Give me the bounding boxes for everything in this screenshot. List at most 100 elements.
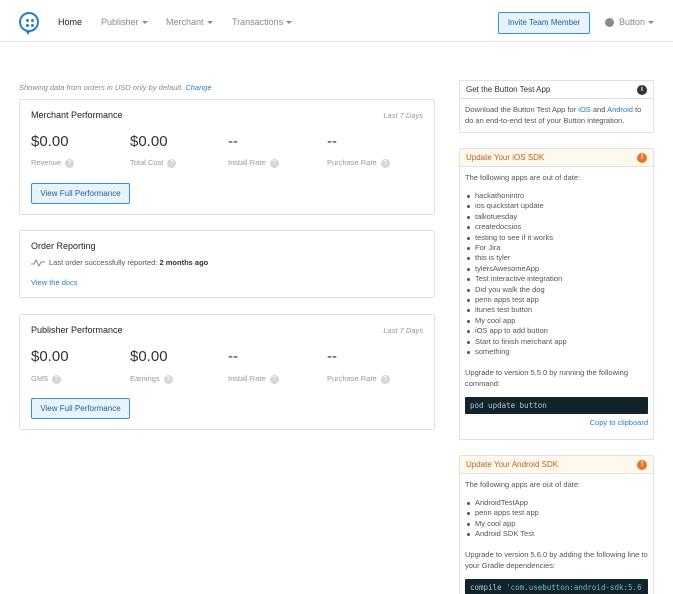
- order-status-value: 2 months ago: [159, 258, 209, 267]
- list-item: createdocsios: [465, 222, 648, 232]
- list-item: My cool app: [465, 316, 648, 326]
- list-item: itunes test button: [465, 305, 648, 315]
- purchase-rate-label: Purchase Rate?: [327, 374, 390, 384]
- change-currency-link[interactable]: Change: [185, 83, 211, 92]
- period-label: Last 7 Days: [383, 326, 423, 335]
- help-icon[interactable]: ?: [52, 374, 62, 384]
- nav-merchant[interactable]: Merchant: [166, 17, 213, 27]
- panel-body: The following apps are out of date: hack…: [460, 167, 653, 428]
- list-item: testing to see if it works: [465, 233, 648, 243]
- total-cost-value: $0.00: [130, 133, 168, 150]
- purchase-rate-value: --: [327, 348, 337, 365]
- list-item: talkotuesday: [465, 212, 648, 222]
- purchase-rate-label: Purchase Rate?: [327, 158, 390, 168]
- help-icon[interactable]: ?: [65, 158, 75, 168]
- nav-publisher-label: Publisher: [101, 17, 139, 27]
- revenue-label: Revenue?: [31, 158, 75, 168]
- info-icon: i: [637, 85, 647, 95]
- list-item: penn apps test app: [465, 295, 648, 305]
- install-rate-value: --: [228, 133, 238, 150]
- panel-title: Update Your Android SDK: [466, 460, 559, 469]
- nav-home[interactable]: Home: [58, 17, 82, 27]
- panel-title: Get the Button Test App: [466, 85, 551, 94]
- upgrade-instructions: Upgrade to version 5.6.0 by adding the f…: [465, 549, 648, 570]
- currency-notice-text: Showing data from orders in USD only by …: [19, 83, 184, 92]
- invite-team-member-button[interactable]: Invite Team Member: [498, 12, 590, 34]
- order-status: Last order successfully reported: 2 mont…: [31, 258, 209, 268]
- card-title: Publisher Performance: [31, 325, 123, 335]
- list-item: hackathonintro: [465, 191, 648, 201]
- test-app-panel: Get the Button Test App i Download the B…: [459, 80, 654, 133]
- ios-link[interactable]: iOS: [578, 105, 591, 114]
- nav-transactions[interactable]: Transactions: [232, 17, 293, 27]
- list-item: Test interactive integration: [465, 274, 648, 284]
- activity-icon: [31, 258, 45, 268]
- user-menu-label: Button: [619, 17, 646, 27]
- list-item: this is tyler: [465, 253, 648, 263]
- view-docs-link[interactable]: View the docs: [31, 278, 78, 287]
- copy-to-clipboard-link[interactable]: Copy to clipboard: [590, 418, 648, 427]
- install-rate-label: Install Rate?: [228, 158, 279, 168]
- nav-publisher[interactable]: Publisher: [101, 17, 148, 27]
- total-cost-label: Total Cost?: [130, 158, 177, 168]
- list-item: Android SDK Test: [465, 529, 648, 539]
- user-icon: [605, 18, 614, 27]
- warning-icon: !: [637, 460, 647, 470]
- earnings-label: Earnings?: [130, 374, 173, 384]
- list-item: For Jira: [465, 243, 648, 253]
- help-icon[interactable]: ?: [380, 158, 390, 168]
- help-icon[interactable]: ?: [163, 374, 173, 384]
- chevron-down-icon: [286, 21, 293, 25]
- list-item: ios quickstart update: [465, 201, 648, 211]
- merchant-performance-card: Merchant Performance Last 7 Days $0.00 $…: [19, 99, 435, 215]
- period-label: Last 7 Days: [383, 111, 423, 120]
- gms-value: $0.00: [31, 348, 69, 365]
- earnings-value: $0.00: [130, 348, 168, 365]
- revenue-label-text: Revenue: [31, 158, 62, 167]
- code-block[interactable]: pod update button: [465, 396, 648, 414]
- outdated-apps-list: AndroidTestApp penn apps test app My cool …: [465, 498, 648, 540]
- panel-body: Download the Button Test App for iOS and…: [460, 99, 653, 126]
- test-app-and: and: [590, 105, 608, 114]
- upgrade-instructions: Upgrade to version 5.5.0 by running the …: [465, 367, 629, 388]
- warning-icon: !: [637, 153, 647, 163]
- ios-sdk-panel: Update Your iOS SDK ! The following apps…: [459, 148, 654, 440]
- list-item: Did you walk the dog: [465, 285, 648, 295]
- card-title: Merchant Performance: [31, 110, 123, 120]
- view-full-performance-button[interactable]: View Full Performance: [31, 398, 130, 419]
- help-icon[interactable]: ?: [269, 158, 279, 168]
- install-rate-label-text: Install Rate: [228, 374, 266, 383]
- android-sdk-panel: Update Your Android SDK ! The following …: [459, 455, 654, 594]
- top-nav: Home Publisher Merchant Transactions Inv…: [0, 0, 673, 42]
- help-icon[interactable]: ?: [380, 374, 390, 384]
- help-icon[interactable]: ?: [167, 158, 177, 168]
- list-item: something: [465, 347, 648, 357]
- currency-notice: Showing data from orders in USD only by …: [19, 83, 212, 92]
- revenue-value: $0.00: [31, 133, 69, 150]
- code-keyword: compile: [470, 582, 507, 592]
- code-block[interactable]: compile 'com.usebutton:android-sdk:5.6: [465, 578, 648, 594]
- help-icon[interactable]: ?: [269, 374, 279, 384]
- panel-title: Update Your iOS SDK: [466, 153, 545, 162]
- list-item: AndroidTestApp: [465, 498, 648, 508]
- user-menu[interactable]: Button: [619, 17, 655, 27]
- test-app-text-a: Download the Button Test App for: [465, 105, 579, 114]
- total-cost-label-text: Total Cost: [130, 158, 164, 167]
- nav-merchant-label: Merchant: [166, 17, 204, 27]
- order-reporting-card: Order Reporting Last order successfully …: [19, 230, 435, 298]
- nav-transactions-label: Transactions: [232, 17, 284, 27]
- panel-header: Get the Button Test App i: [460, 81, 653, 99]
- button-logo-icon[interactable]: [19, 12, 39, 35]
- list-item: iOS app to add button: [465, 326, 648, 336]
- panel-header: Update Your iOS SDK !: [460, 149, 653, 167]
- purchase-rate-label-text: Purchase Rate: [327, 158, 377, 167]
- gms-label-text: GMS: [31, 374, 49, 383]
- view-full-performance-button[interactable]: View Full Performance: [31, 183, 130, 204]
- earnings-label-text: Earnings: [130, 374, 160, 383]
- card-title: Order Reporting: [31, 241, 96, 251]
- android-link[interactable]: Android: [607, 105, 633, 114]
- gms-label: GMS?: [31, 374, 62, 384]
- outdated-intro: The following apps are out of date:: [465, 480, 581, 489]
- code-string: 'com.usebutton:android-sdk:5.6: [506, 582, 642, 592]
- list-item: My cool app: [465, 519, 648, 529]
